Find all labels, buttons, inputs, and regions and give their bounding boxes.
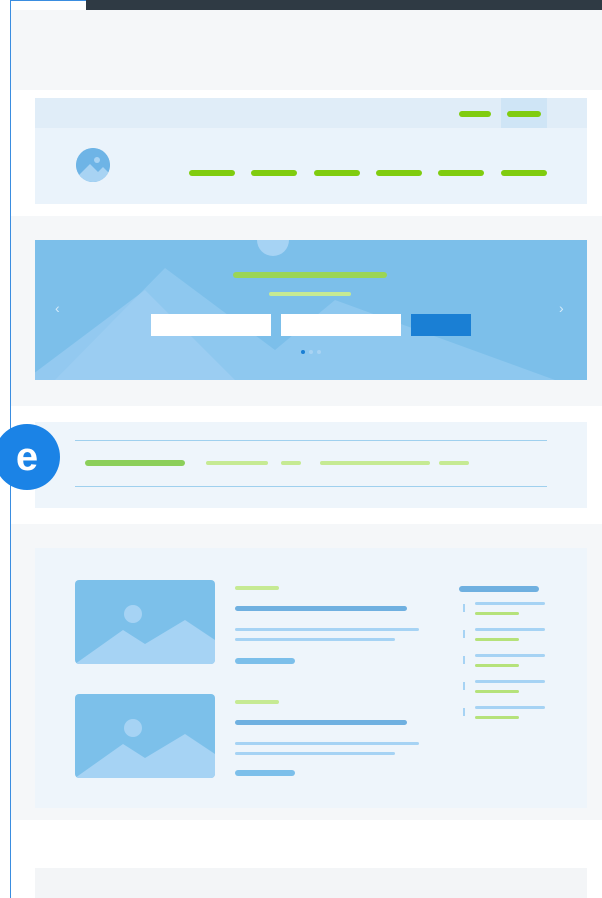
nav-item-3[interactable] [314,170,360,176]
article-1-image-icon[interactable] [75,580,215,664]
sidebar-item-5-sub [475,716,519,719]
sidebar-item-4-sub [475,690,519,693]
tabs-panel [35,422,587,508]
sidebar-bullet-3 [463,656,465,664]
hero-banner: ‹ › [35,240,587,380]
article-1-line-1 [235,628,419,631]
sidebar-item-5-line[interactable] [475,706,545,709]
sidebar-bullet-1 [463,604,465,612]
header-section [11,90,602,216]
sidebar-bullet-5 [463,708,465,716]
article-2-image-icon[interactable] [75,694,215,778]
sidebar-item-2-line[interactable] [475,628,545,631]
sidebar-bullet-4 [463,682,465,690]
hero-submit-button[interactable] [411,314,471,336]
tab-4[interactable] [320,461,430,465]
article-2-line-2 [235,752,395,755]
footer-section [11,832,602,898]
sidebar-item-3-sub [475,664,519,667]
nav-item-4[interactable] [376,170,422,176]
content-panel [35,548,587,808]
tabs-section [11,406,602,524]
tab-5[interactable] [439,461,469,465]
tabs-bottom-rule [75,486,547,487]
carousel-next-icon[interactable]: › [559,300,564,316]
top-link-2[interactable] [507,111,541,117]
nav-item-6[interactable] [501,170,547,176]
hero-subtitle-line [269,292,351,296]
sidebar-item-2-sub [475,638,519,641]
carousel-dot-3[interactable] [317,350,321,354]
sidebar-heading [459,586,539,592]
hero-title-line [233,272,387,278]
article-2-line-1 [235,742,419,745]
header-panel [35,98,587,204]
hero-input-1[interactable] [151,314,271,336]
hero-input-2[interactable] [281,314,401,336]
article-1-readmore-button[interactable] [235,658,295,664]
article-1-tag [235,586,279,590]
article-2-tag [235,700,279,704]
sidebar-bullet-2 [463,630,465,638]
content-section [11,524,602,820]
footer-gap [11,820,602,832]
top-link-1[interactable] [459,111,491,117]
article-2-readmore-button[interactable] [235,770,295,776]
tab-2[interactable] [206,461,268,465]
nav-item-5[interactable] [438,170,484,176]
hero-section: ‹ › [11,216,602,406]
carousel-dot-2[interactable] [309,350,313,354]
carousel-dot-1[interactable] [301,350,305,354]
window-top-bar [86,0,602,10]
tab-3[interactable] [281,461,301,465]
nav-item-2[interactable] [251,170,297,176]
footer-panel [35,868,587,898]
nav-item-1[interactable] [189,170,235,176]
sidebar-item-3-line[interactable] [475,654,545,657]
article-2-title[interactable] [235,720,407,725]
tabs-top-rule [75,440,547,441]
sidebar-item-4-line[interactable] [475,680,545,683]
article-1-title[interactable] [235,606,407,611]
sidebar-item-1-sub [475,612,519,615]
top-band [11,10,602,90]
sidebar-item-1-line[interactable] [475,602,545,605]
avatar-circle-icon[interactable] [76,148,110,182]
carousel-prev-icon[interactable]: ‹ [55,300,60,316]
article-1-line-2 [235,638,395,641]
tab-active[interactable] [85,460,185,466]
